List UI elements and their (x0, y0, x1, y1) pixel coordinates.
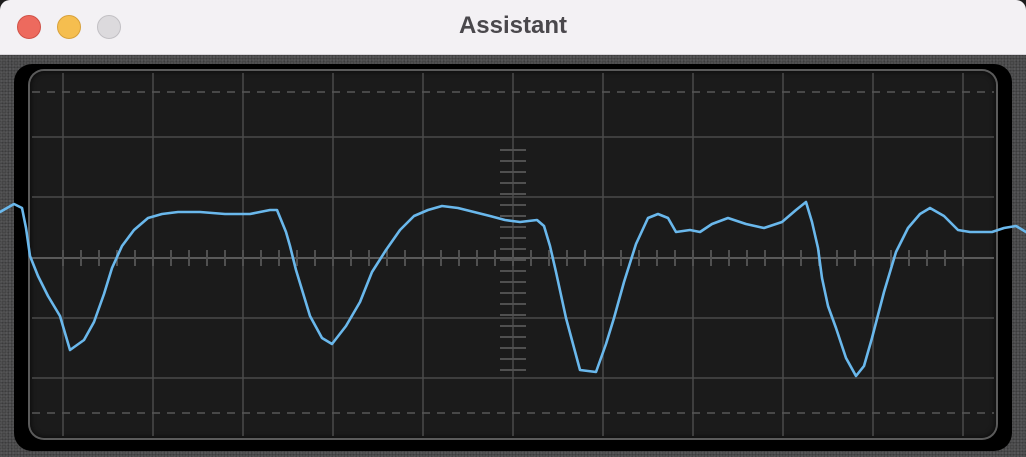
graticule-ticks (62, 149, 964, 371)
oscilloscope-display (0, 73, 1026, 436)
assistant-window: Assistant (0, 0, 1026, 457)
